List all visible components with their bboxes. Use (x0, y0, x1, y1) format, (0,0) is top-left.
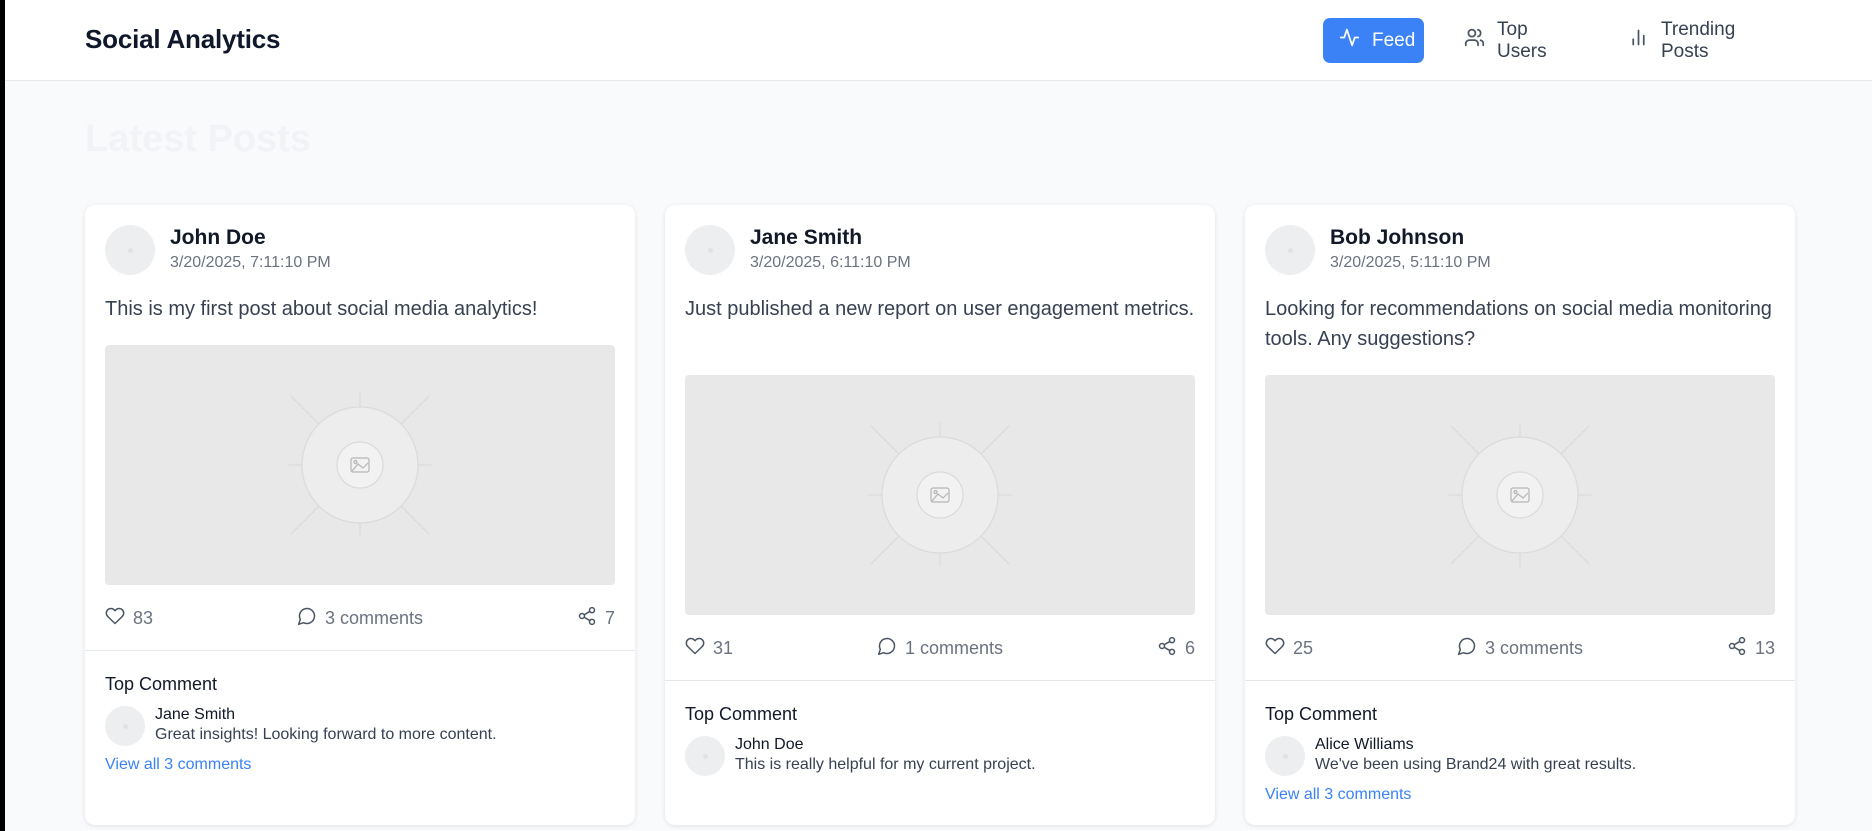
comment-author: Alice Williams (1315, 736, 1414, 753)
avatar (1265, 225, 1315, 275)
post-content: Looking for recommendations on social me… (1265, 298, 1772, 350)
post-card: John Doe 3/20/2025, 7:11:10 PM This is m… (85, 205, 635, 825)
post-author: Bob Johnson (1330, 226, 1465, 249)
post-image-placeholder (1265, 375, 1775, 615)
heart-icon (1265, 636, 1285, 661)
comment-icon (877, 636, 897, 661)
post-stats: 31 1 comments 6 (685, 636, 1195, 664)
comment-text: This is really helpful for my current pr… (735, 756, 1036, 773)
share-count: 7 (604, 608, 615, 628)
like-count: 31 (713, 638, 734, 658)
share-button[interactable]: 7 (577, 606, 615, 631)
post-timestamp: 3/20/2025, 7:11:10 PM (170, 254, 331, 271)
like-button[interactable]: 83 (105, 606, 153, 631)
divider (85, 650, 635, 651)
post-image-placeholder (685, 375, 1195, 615)
comment-count: 3 comments (1484, 638, 1584, 658)
like-count: 83 (133, 608, 154, 628)
comments-button[interactable]: 3 comments (297, 606, 423, 631)
share-button[interactable]: 6 (1157, 636, 1195, 661)
share-button[interactable]: 13 (1727, 636, 1775, 661)
avatar (685, 736, 725, 776)
view-all-comments-link[interactable]: View all 3 comments (1265, 786, 1411, 804)
top-navigation-bar: Social Analytics Feed Top Users Trending… (5, 0, 1872, 81)
post-timestamp: 3/20/2025, 6:11:10 PM (750, 254, 911, 271)
heart-icon (105, 606, 125, 631)
window-left-edge (0, 0, 5, 831)
post-stats: 83 3 comments 7 (105, 606, 615, 634)
like-button[interactable]: 31 (685, 636, 733, 661)
post-author: John Doe (170, 226, 266, 249)
nav-top-users-label: Top Users (1497, 18, 1547, 62)
nav-top-users-button[interactable]: Top Users (1448, 18, 1594, 63)
image-placeholder-icon (868, 423, 1012, 567)
comment-count: 3 comments (324, 608, 424, 628)
post-card: Jane Smith 3/20/2025, 6:11:10 PM Just pu… (665, 205, 1215, 825)
app-title: Social Analytics (85, 24, 281, 54)
image-placeholder-icon (288, 393, 432, 537)
nav-trending-posts-label: Trending Posts (1661, 18, 1736, 62)
comment-text: We've been using Brand24 with great resu… (1315, 756, 1637, 773)
like-button[interactable]: 25 (1265, 636, 1313, 661)
share-icon (577, 606, 597, 631)
divider (665, 680, 1215, 681)
view-all-comments-link[interactable]: View all 3 comments (105, 756, 251, 774)
comment-author: John Doe (735, 736, 804, 753)
top-comment-label: Top Comment (105, 674, 218, 694)
nav-trending-posts-button[interactable]: Trending Posts (1612, 18, 1804, 63)
post-author: Jane Smith (750, 226, 863, 249)
users-icon (1464, 27, 1485, 54)
avatar (105, 706, 145, 746)
nav-feed-button[interactable]: Feed (1323, 18, 1424, 63)
post-card: Bob Johnson 3/20/2025, 5:11:10 PM Lookin… (1245, 205, 1795, 825)
heart-icon (685, 636, 705, 661)
post-content: This is my first post about social media… (105, 298, 538, 320)
nav-feed-label: Feed (1372, 29, 1416, 51)
divider (1245, 680, 1795, 681)
post-stats: 25 3 comments 13 (1265, 636, 1775, 664)
avatar (1265, 736, 1305, 776)
post-timestamp: 3/20/2025, 5:11:10 PM (1330, 254, 1491, 271)
comment-icon (297, 606, 317, 631)
comment-icon (1457, 636, 1477, 661)
avatar (105, 225, 155, 275)
bar-chart-icon (1628, 27, 1649, 54)
like-count: 25 (1293, 638, 1314, 658)
share-count: 6 (1184, 638, 1195, 658)
top-comment-label: Top Comment (1265, 704, 1378, 724)
comments-button[interactable]: 1 comments (877, 636, 1003, 661)
comment-count: 1 comments (904, 638, 1004, 658)
share-count: 13 (1754, 638, 1775, 658)
comments-button[interactable]: 3 comments (1457, 636, 1583, 661)
section-title: Latest Posts (85, 118, 311, 160)
share-icon (1157, 636, 1177, 661)
comment-author: Jane Smith (155, 706, 236, 723)
top-comment-label: Top Comment (685, 704, 798, 724)
avatar (685, 225, 735, 275)
comment-text: Great insights! Looking forward to more … (155, 726, 497, 743)
post-content: Just published a new report on user enga… (685, 298, 1195, 320)
post-image-placeholder (105, 345, 615, 585)
image-placeholder-icon (1448, 423, 1592, 567)
share-icon (1727, 636, 1747, 661)
activity-icon (1339, 27, 1360, 54)
